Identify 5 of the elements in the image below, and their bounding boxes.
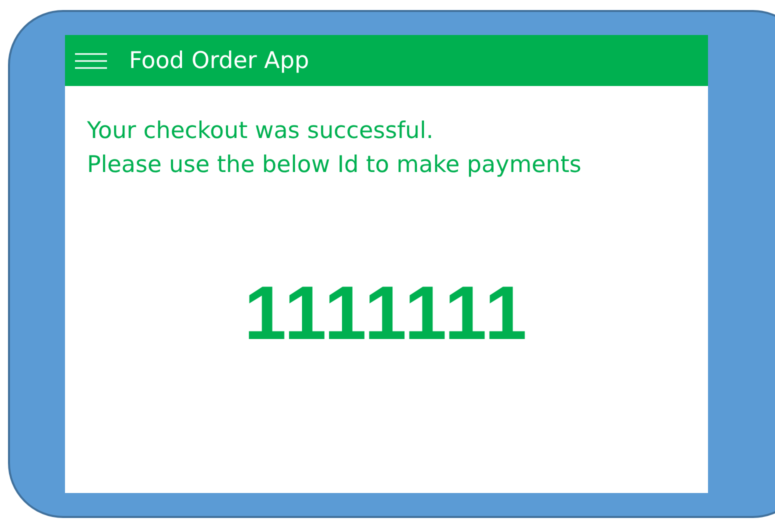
message-text: Please use the below Id to make payments (87, 151, 582, 180)
payment-id: 1111111 (244, 270, 529, 357)
message-text: Your checkout was successful. (87, 117, 434, 146)
menu-icon[interactable] (75, 52, 107, 68)
app-title: Food Order App (129, 48, 310, 74)
